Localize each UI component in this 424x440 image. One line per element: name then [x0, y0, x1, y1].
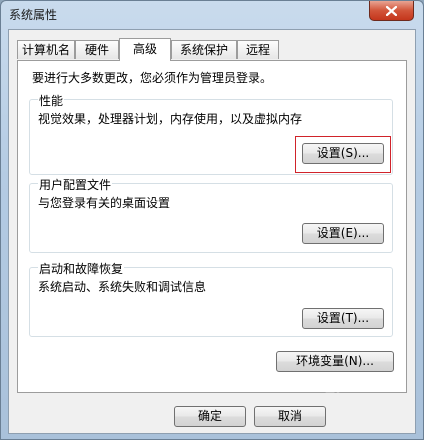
startup-recovery-description: 系统启动、系统失败和调试信息 [38, 280, 207, 294]
cancel-button[interactable]: 取消 [254, 406, 326, 427]
ok-button[interactable]: 确定 [174, 406, 246, 427]
tab-hardware[interactable]: 硬件 [75, 40, 119, 59]
tab-advanced[interactable]: 高级 [119, 38, 171, 61]
close-icon [386, 5, 397, 16]
close-button[interactable] [369, 1, 414, 21]
user-profiles-group: 用户配置文件 与您登录有关的桌面设置 设置(E)... [29, 176, 393, 253]
admin-notice: 要进行大多数更改，您必须作为管理员登录。 [32, 71, 273, 85]
performance-description: 视觉效果，处理器计划，内存使用，以及虚拟内存 [38, 112, 303, 126]
startup-recovery-group: 启动和故障恢复 系统启动、系统失败和调试信息 设置(T)... [29, 260, 393, 337]
advanced-tab-panel: 要进行大多数更改，您必须作为管理员登录。 性能 视觉效果，处理器计划，内存使用，… [17, 60, 407, 393]
startup-recovery-settings-button[interactable]: 设置(T)... [302, 308, 384, 329]
tab-remote[interactable]: 远程 [237, 40, 279, 59]
tab-computer-name[interactable]: 计算机名 [17, 40, 75, 59]
performance-settings-button[interactable]: 设置(S)... [302, 143, 384, 164]
watermark: Baidu 经验 [271, 379, 349, 395]
user-profiles-label: 用户配置文件 [38, 176, 113, 193]
user-profiles-settings-button[interactable]: 设置(E)... [302, 223, 384, 244]
system-properties-window: 系统属性 计算机名 硬件 高级 系统保护 远程 要进行大多数更改，您必须作为管理… [0, 0, 424, 440]
user-profiles-description: 与您登录有关的桌面设置 [38, 196, 171, 210]
startup-recovery-label: 启动和故障恢复 [38, 260, 125, 277]
dialog-client-area: 计算机名 硬件 高级 系统保护 远程 要进行大多数更改，您必须作为管理员登录。 … [8, 29, 416, 434]
environment-variables-button[interactable]: 环境变量(N)... [276, 351, 394, 372]
performance-label: 性能 [38, 92, 65, 109]
performance-group: 性能 视觉效果，处理器计划，内存使用，以及虚拟内存 设置(S)... [29, 92, 393, 175]
tab-system-protection[interactable]: 系统保护 [171, 40, 237, 59]
window-title: 系统属性 [9, 8, 58, 22]
title-bar[interactable]: 系统属性 [1, 1, 423, 29]
